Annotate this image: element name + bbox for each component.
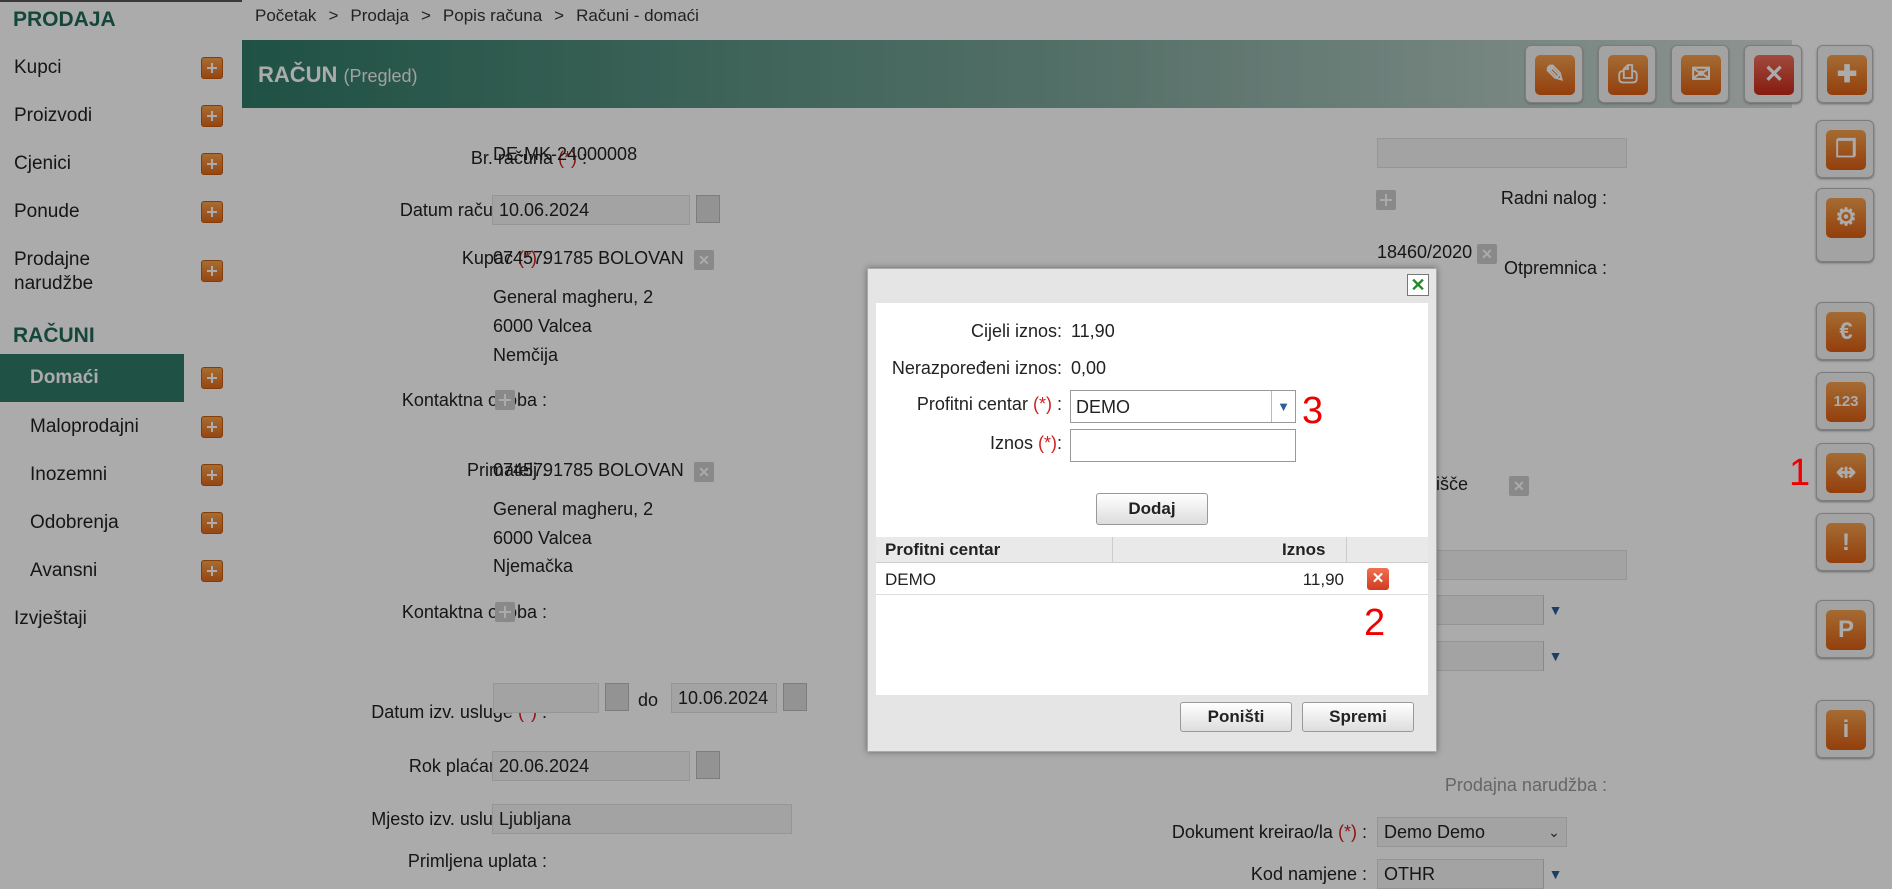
profitni-centar-select[interactable]: DEMO ▼ xyxy=(1070,390,1296,423)
annotation-3: 3 xyxy=(1302,390,1324,432)
neraspor-label: Nerazpoređeni iznos: xyxy=(891,358,1062,378)
table-row: DEMO 11,90 ✕ xyxy=(876,564,1428,595)
table-header: Profitni centar Iznos xyxy=(876,537,1428,563)
cijeli-label: Cijeli iznos: xyxy=(970,321,1062,341)
iznos-label: Iznos (*): xyxy=(989,433,1062,453)
iznos-input[interactable] xyxy=(1070,429,1296,462)
select-value: DEMO xyxy=(1076,397,1130,417)
col-header-pc: Profitni centar xyxy=(885,540,1001,559)
spremi-button[interactable]: Spremi xyxy=(1302,702,1414,732)
chevron-down-icon[interactable]: ▼ xyxy=(1271,391,1295,422)
annotation-1: 1 xyxy=(1789,452,1811,494)
dodaj-button[interactable]: Dodaj xyxy=(1096,493,1208,525)
dialog-body: Cijeli iznos: 11,90 Nerazpoređeni iznos:… xyxy=(876,303,1428,695)
delete-row-icon[interactable]: ✕ xyxy=(1367,568,1389,590)
annotation-2: 2 xyxy=(1364,602,1386,644)
neraspor-value: 0,00 xyxy=(1071,358,1107,378)
close-icon[interactable]: ✕ xyxy=(1407,274,1429,296)
col-header-iznos: Iznos xyxy=(1282,540,1326,559)
pc-label: Profitni centar (*) : xyxy=(916,394,1062,414)
split-dialog: ✕ Cijeli iznos: 11,90 Nerazpoređeni izno… xyxy=(867,268,1437,752)
cell-iznos: 11,90 xyxy=(1302,570,1344,589)
cell-pc: DEMO xyxy=(885,570,936,589)
cijeli-value: 11,90 xyxy=(1071,321,1115,341)
ponisti-button[interactable]: Poništi xyxy=(1180,702,1292,732)
